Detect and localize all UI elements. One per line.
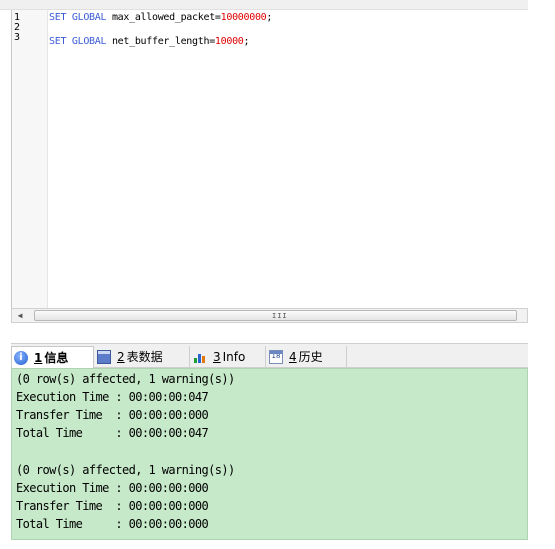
tab-number: 4	[289, 349, 297, 364]
tab-label: 历史	[298, 350, 323, 364]
info-icon: i	[14, 350, 28, 365]
messages-output-pane[interactable]: (0 row(s) affected, 1 warning(s)) Execut…	[11, 368, 528, 540]
tab-messages[interactable]: i 1 信息	[11, 346, 94, 368]
scroll-grip-icon: III	[272, 312, 288, 320]
sql-terminator: ;	[266, 12, 273, 23]
output-line: Execution Time : 00:00:00:000	[16, 481, 209, 495]
output-line: Execution Time : 00:00:00:047	[16, 390, 209, 404]
tab-label: 表数据	[126, 350, 163, 364]
tab-table-data[interactable]: 2 表数据	[95, 346, 190, 367]
code-line-3[interactable]: SET GLOBAL net_buffer_length=10000;	[49, 36, 250, 48]
tab-history[interactable]: 18 4 历史	[267, 346, 347, 367]
query-editor[interactable]: 1 2 3 SET GLOBAL max_allowed_packet=1000…	[11, 10, 528, 308]
horizontal-scrollbar[interactable]: ◀ III	[11, 308, 528, 323]
scroll-left-arrow-icon[interactable]: ◀	[12, 309, 28, 322]
output-line: (0 row(s) affected, 1 warning(s))	[16, 463, 235, 477]
pane-splitter[interactable]	[11, 323, 528, 343]
output-line: Total Time : 00:00:00:000	[16, 517, 209, 531]
tab-label: 信息	[44, 351, 69, 365]
chart-info-icon	[193, 350, 207, 364]
history-calendar-icon: 18	[269, 349, 283, 364]
sql-number: 10000	[214, 36, 244, 47]
output-line: Total Time : 00:00:00:047	[16, 426, 209, 440]
line-number-gutter: 1 2 3	[12, 10, 48, 308]
sql-identifier: net_buffer_length=	[106, 36, 215, 47]
line-number: 3	[14, 32, 21, 43]
sql-editor-window: 1 2 3 SET GLOBAL max_allowed_packet=1000…	[0, 0, 555, 549]
code-line-1[interactable]: SET GLOBAL max_allowed_packet=10000000;	[49, 12, 272, 24]
sql-keyword: SET GLOBAL	[49, 12, 107, 23]
tab-number: 2	[117, 349, 125, 364]
sql-number: 10000000	[220, 12, 267, 23]
tab-number: 3	[213, 349, 221, 364]
output-line: (0 row(s) affected, 1 warning(s))	[16, 372, 235, 386]
output-line: Transfer Time : 00:00:00:000	[16, 408, 209, 422]
table-data-icon	[97, 349, 111, 364]
sql-identifier: max_allowed_packet=	[106, 12, 221, 23]
sql-keyword: SET GLOBAL	[49, 36, 107, 47]
result-tab-bar: i 1 信息 2 表数据 3 Info 18 4 历史	[11, 343, 528, 368]
tab-label: Info	[222, 349, 246, 364]
tab-number: 1	[34, 350, 43, 365]
sql-terminator: ;	[243, 36, 250, 47]
scroll-thumb[interactable]: III	[34, 310, 517, 321]
editor-top-bar	[0, 0, 528, 10]
output-line: Transfer Time : 00:00:00:000	[16, 499, 209, 513]
right-margin	[528, 0, 555, 549]
tab-info[interactable]: 3 Info	[191, 346, 266, 367]
